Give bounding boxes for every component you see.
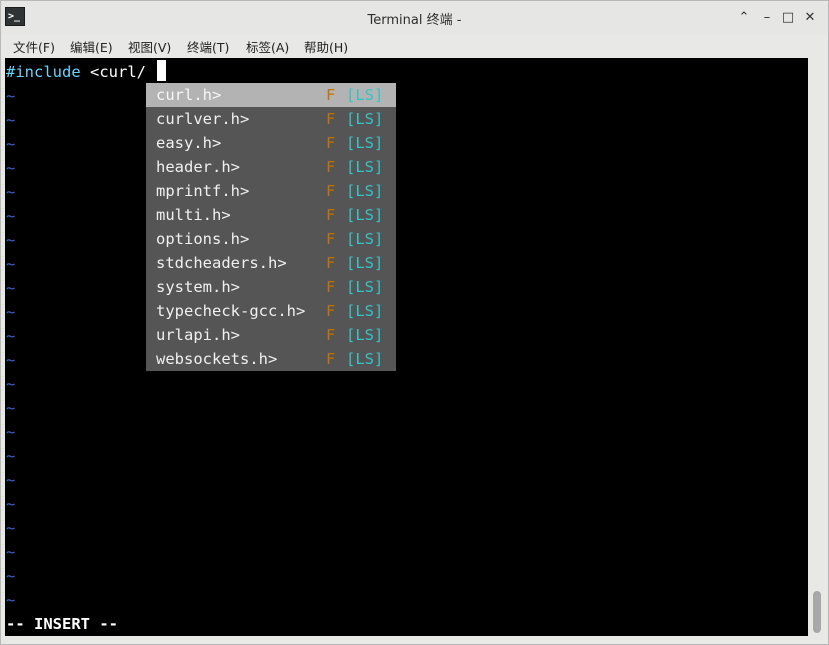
completion-name: options.h>	[156, 230, 250, 248]
completion-name: system.h>	[156, 278, 240, 296]
empty-line-marker: ~	[6, 519, 16, 537]
completion-name: easy.h>	[156, 134, 222, 152]
completion-source: [LS]	[346, 158, 384, 176]
completion-name: urlapi.h>	[156, 326, 240, 344]
completion-kind: F	[326, 86, 336, 104]
completion-item-selected[interactable]: curl.h> F [LS]	[146, 83, 396, 107]
completion-source: [LS]	[346, 134, 384, 152]
vim-mode-indicator: -- INSERT --	[6, 615, 118, 633]
text-cursor	[157, 60, 166, 81]
menu-terminal[interactable]: 终端(T)	[187, 37, 229, 56]
completion-item[interactable]: system.h> F [LS]	[146, 275, 396, 299]
empty-line-marker: ~	[6, 591, 16, 609]
title-bar[interactable]: >_ Terminal 终端 - ⌃ – □ ✕	[1, 1, 828, 34]
terminal-window: >_ Terminal 终端 - ⌃ – □ ✕ 文件(F) 编辑(E) 视图(…	[0, 0, 829, 645]
editor-line-1: #include <curl/	[6, 60, 146, 84]
close-button[interactable]: ✕	[800, 8, 820, 28]
menu-view[interactable]: 视图(V)	[128, 37, 171, 56]
empty-line-marker: ~	[6, 567, 16, 585]
completion-popup: curl.h> F [LS] curlver.h> F [LS] easy.h>…	[146, 83, 396, 371]
completion-kind: F	[326, 350, 336, 368]
completion-name: typecheck-gcc.h>	[156, 302, 306, 320]
completion-source: [LS]	[346, 110, 384, 128]
empty-line-marker: ~	[6, 135, 16, 153]
completion-item[interactable]: urlapi.h> F [LS]	[146, 323, 396, 347]
terminal-viewport[interactable]: #include <curl/ ~ ~ ~ ~ ~ ~ ~ ~ ~ ~ ~ ~ …	[5, 58, 808, 636]
empty-line-marker: ~	[6, 207, 16, 225]
completion-kind: F	[326, 230, 336, 248]
empty-line-marker: ~	[6, 543, 16, 561]
completion-source: [LS]	[346, 350, 384, 368]
completion-source: [LS]	[346, 206, 384, 224]
empty-line-marker: ~	[6, 471, 16, 489]
completion-item[interactable]: mprintf.h> F [LS]	[146, 179, 396, 203]
completion-item[interactable]: curlver.h> F [LS]	[146, 107, 396, 131]
empty-line-marker: ~	[6, 303, 16, 321]
completion-item[interactable]: websockets.h> F [LS]	[146, 347, 396, 371]
empty-line-marker: ~	[6, 87, 16, 105]
completion-item[interactable]: options.h> F [LS]	[146, 227, 396, 251]
menu-file[interactable]: 文件(F)	[13, 37, 55, 56]
completion-kind: F	[326, 158, 336, 176]
completion-source: [LS]	[346, 302, 384, 320]
menu-help[interactable]: 帮助(H)	[304, 37, 348, 56]
completion-source: [LS]	[346, 326, 384, 344]
empty-line-marker: ~	[6, 255, 16, 273]
completion-kind: F	[326, 110, 336, 128]
completion-name: header.h>	[156, 158, 240, 176]
empty-line-marker: ~	[6, 447, 16, 465]
completion-kind: F	[326, 278, 336, 296]
empty-line-marker: ~	[6, 495, 16, 513]
menu-bar: 文件(F) 编辑(E) 视图(V) 终端(T) 标签(A) 帮助(H)	[1, 34, 828, 58]
empty-line-marker: ~	[6, 399, 16, 417]
completion-item[interactable]: multi.h> F [LS]	[146, 203, 396, 227]
scrollbar-thumb[interactable]	[813, 591, 821, 633]
completion-name: stdcheaders.h>	[156, 254, 287, 272]
terminal-scrollbar[interactable]	[808, 58, 828, 636]
completion-name: curl.h>	[156, 86, 222, 104]
empty-line-marker: ~	[6, 231, 16, 249]
empty-line-marker: ~	[6, 351, 16, 369]
maximize-button[interactable]: □	[778, 8, 798, 28]
empty-line-marker: ~	[6, 183, 16, 201]
completion-kind: F	[326, 302, 336, 320]
include-keyword: #include	[6, 63, 81, 81]
completion-source: [LS]	[346, 254, 384, 272]
empty-line-marker: ~	[6, 423, 16, 441]
completion-source: [LS]	[346, 230, 384, 248]
completion-kind: F	[326, 254, 336, 272]
menu-edit[interactable]: 编辑(E)	[70, 37, 113, 56]
completion-source: [LS]	[346, 278, 384, 296]
completion-item[interactable]: easy.h> F [LS]	[146, 131, 396, 155]
completion-item[interactable]: typecheck-gcc.h> F [LS]	[146, 299, 396, 323]
completion-kind: F	[326, 326, 336, 344]
window-title: Terminal 终端 -	[367, 13, 462, 28]
completion-item[interactable]: header.h> F [LS]	[146, 155, 396, 179]
empty-line-marker: ~	[6, 327, 16, 345]
include-path: <curl/	[80, 63, 146, 81]
empty-line-marker: ~	[6, 375, 16, 393]
completion-name: multi.h>	[156, 206, 231, 224]
completion-kind: F	[326, 134, 336, 152]
completion-source: [LS]	[346, 86, 384, 104]
completion-name: websockets.h>	[156, 350, 278, 368]
completion-name: curlver.h>	[156, 110, 250, 128]
completion-item[interactable]: stdcheaders.h> F [LS]	[146, 251, 396, 275]
completion-name: mprintf.h>	[156, 182, 250, 200]
completion-source: [LS]	[346, 182, 384, 200]
empty-line-marker: ~	[6, 279, 16, 297]
completion-kind: F	[326, 182, 336, 200]
completion-kind: F	[326, 206, 336, 224]
empty-line-marker: ~	[6, 111, 16, 129]
empty-line-marker: ~	[6, 159, 16, 177]
chevron-up-icon[interactable]: ⌃	[734, 8, 754, 28]
menu-tabs[interactable]: 标签(A)	[246, 37, 289, 56]
minimize-button[interactable]: –	[757, 8, 777, 28]
